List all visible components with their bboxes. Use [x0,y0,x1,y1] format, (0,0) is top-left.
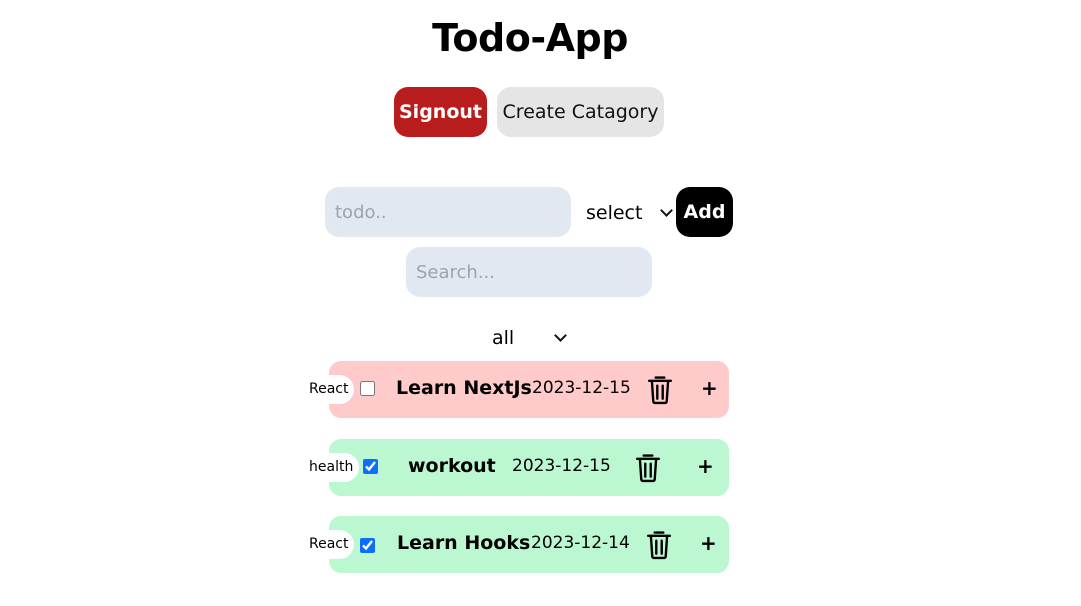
add-button[interactable]: Add [676,187,733,237]
todo-date: 2023-12-14 [531,533,630,553]
todo-date: 2023-12-15 [512,456,611,476]
todo-item: React Learn NextJs 2023-12-15 + [307,361,729,418]
todo-checkbox[interactable] [360,538,375,553]
filter-select-value: all [492,327,515,349]
todo-text: Learn NextJs [396,377,532,399]
todo-date: 2023-12-15 [532,378,631,398]
todo-checkbox[interactable] [363,459,378,474]
todo-text: workout [408,455,496,477]
add-subtask-button[interactable]: + [697,454,714,478]
chevron-down-icon [554,329,568,342]
category-badge: React [307,530,355,559]
category-badge: React [307,375,355,404]
add-subtask-button[interactable]: + [700,531,717,555]
todo-item: React Learn Hooks 2023-12-14 + [307,516,729,573]
create-category-button[interactable]: Create Catagory [497,87,664,137]
chevron-down-icon [660,204,674,217]
todo-checkbox[interactable] [360,381,375,396]
trash-icon[interactable] [635,452,661,483]
todo-text: Learn Hooks [397,532,531,554]
trash-icon[interactable] [646,529,672,560]
filter-select[interactable]: all [492,327,568,349]
category-badge: health [307,453,360,482]
add-subtask-button[interactable]: + [701,376,718,400]
page-title: Todo-App [432,16,628,60]
search-input[interactable] [406,247,652,297]
trash-icon[interactable] [647,374,673,405]
category-select-value: select [586,202,643,224]
todo-app: Todo-App Signout Create Catagory select … [0,0,1081,606]
todo-input[interactable] [325,187,571,237]
todo-item: health workout 2023-12-15 + [307,439,729,496]
category-select[interactable]: select [586,202,674,224]
signout-button[interactable]: Signout [394,87,487,137]
